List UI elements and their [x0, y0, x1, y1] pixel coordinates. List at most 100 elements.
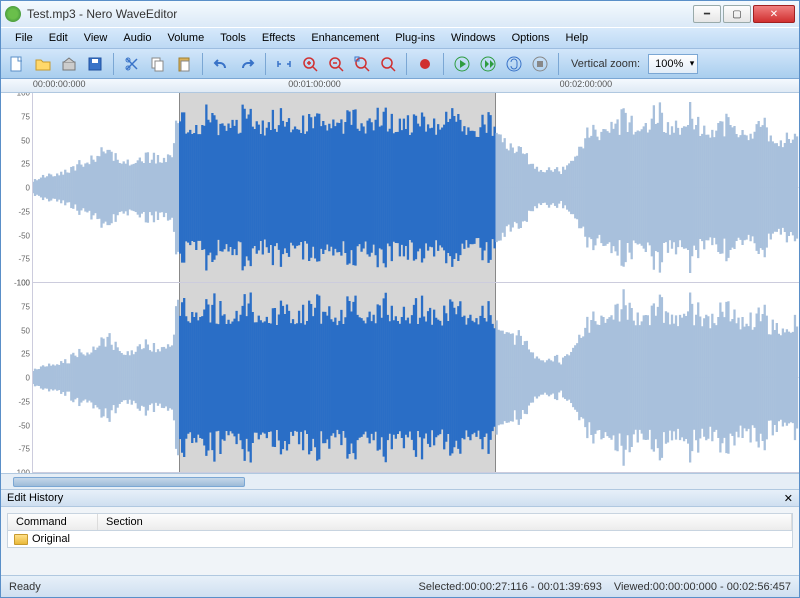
menu-plugins[interactable]: Plug-ins [387, 30, 443, 46]
col-section[interactable]: Section [98, 514, 792, 530]
library-icon [61, 56, 77, 72]
axis-channel-right: 100 75 50 25 0 -25 -50 -75 -100 [1, 283, 32, 473]
timeline-mark: 00:02:00:000 [560, 79, 613, 89]
close-button[interactable]: ✕ [753, 5, 795, 23]
toolbar-separator [265, 53, 266, 75]
timeline-ruler[interactable]: 00:00:00:000 00:01:00:000 00:02:00:000 [1, 79, 799, 93]
window-buttons: ━ ▢ ✕ [693, 5, 795, 23]
new-button[interactable] [5, 52, 29, 76]
status-selected: Selected:00:00:27:116 - 00:01:39:693 [419, 581, 602, 593]
save-icon [87, 56, 103, 72]
toolbar-separator [113, 53, 114, 75]
axis-tick: -50 [18, 231, 30, 240]
maximize-button[interactable]: ▢ [723, 5, 751, 23]
zoom-in-button[interactable] [298, 52, 322, 76]
copy-icon [150, 56, 166, 72]
menu-file[interactable]: File [7, 30, 41, 46]
minimize-button[interactable]: ━ [693, 5, 721, 23]
loop-icon [506, 56, 522, 72]
axis-tick: 75 [21, 302, 30, 311]
record-button[interactable] [413, 52, 437, 76]
zoom-in-icon [302, 56, 318, 72]
menu-options[interactable]: Options [504, 30, 558, 46]
zoom-full-button[interactable] [376, 52, 400, 76]
channel-right[interactable] [33, 283, 799, 473]
play-icon [454, 56, 470, 72]
amplitude-axis: 100 75 50 25 0 -25 -50 -75 -100 100 75 5… [1, 93, 33, 473]
play-all-icon [480, 56, 496, 72]
open-button[interactable] [31, 52, 55, 76]
axis-tick: 100 [17, 93, 30, 98]
menu-enhancement[interactable]: Enhancement [303, 30, 387, 46]
axis-tick: -75 [18, 255, 30, 264]
axis-tick: 100 [17, 279, 30, 288]
axis-tick: -25 [18, 397, 30, 406]
redo-button[interactable] [235, 52, 259, 76]
toolbar-separator [558, 53, 559, 75]
stop-button[interactable] [528, 52, 552, 76]
horizontal-scrollbar[interactable] [1, 473, 799, 489]
paste-icon [176, 56, 192, 72]
titlebar: Test.mp3 - Nero WaveEditor ━ ▢ ✕ [1, 1, 799, 27]
magnifier-select-icon [354, 56, 370, 72]
menu-volume[interactable]: Volume [160, 30, 213, 46]
statusbar: Ready Selected:00:00:27:116 - 00:01:39:6… [1, 575, 799, 597]
table-row[interactable]: Original [8, 531, 792, 547]
menu-effects[interactable]: Effects [254, 30, 303, 46]
scrollbar-thumb[interactable] [13, 477, 245, 487]
col-command[interactable]: Command [8, 514, 98, 530]
edit-history-title: Edit History [7, 492, 63, 504]
zoom-tool-button[interactable] [350, 52, 374, 76]
table-header: Command Section [8, 514, 792, 531]
status-viewed: Viewed:00:00:00:000 - 00:02:56:457 [614, 581, 791, 593]
vertical-zoom-label: Vertical zoom: [571, 58, 640, 70]
cut-button[interactable] [120, 52, 144, 76]
axis-tick: -50 [18, 421, 30, 430]
library-button[interactable] [57, 52, 81, 76]
panel-close-icon[interactable]: ✕ [784, 492, 793, 505]
channel-left[interactable] [33, 93, 799, 283]
edit-history-header: Edit History ✕ [1, 489, 799, 507]
loop-button[interactable] [502, 52, 526, 76]
zoom-selection-button[interactable] [272, 52, 296, 76]
axis-tick: 25 [21, 160, 30, 169]
new-file-icon [9, 56, 25, 72]
menu-help[interactable]: Help [558, 30, 597, 46]
toolbar-separator [406, 53, 407, 75]
window-title: Test.mp3 - Nero WaveEditor [27, 7, 693, 21]
axis-tick: 50 [21, 326, 30, 335]
menu-audio[interactable]: Audio [115, 30, 159, 46]
menu-edit[interactable]: Edit [41, 30, 76, 46]
toolbar-separator [443, 53, 444, 75]
menu-windows[interactable]: Windows [443, 30, 504, 46]
zoom-out-button[interactable] [324, 52, 348, 76]
waveform-area: 100 75 50 25 0 -25 -50 -75 -100 100 75 5… [1, 93, 799, 473]
paste-button[interactable] [172, 52, 196, 76]
app-icon [5, 6, 21, 22]
undo-button[interactable] [209, 52, 233, 76]
timeline-mark: 00:01:00:000 [288, 79, 341, 89]
history-entry: Original [32, 533, 70, 545]
magnifier-icon [380, 56, 396, 72]
waveform-left [33, 93, 799, 282]
edit-history-panel: Command Section Original [1, 507, 799, 575]
play-selection-button[interactable] [476, 52, 500, 76]
waveform-channels[interactable] [33, 93, 799, 473]
menu-view[interactable]: View [76, 30, 116, 46]
redo-icon [239, 56, 255, 72]
save-button[interactable] [83, 52, 107, 76]
axis-channel-left: 100 75 50 25 0 -25 -50 -75 -100 [1, 93, 32, 283]
axis-tick: 25 [21, 350, 30, 359]
zoom-fit-icon [276, 56, 292, 72]
play-button[interactable] [450, 52, 474, 76]
menu-tools[interactable]: Tools [212, 30, 254, 46]
vertical-zoom-select[interactable]: 100% [648, 54, 698, 74]
record-icon [417, 56, 433, 72]
scissors-icon [124, 56, 140, 72]
axis-tick: 0 [26, 374, 30, 383]
menubar: File Edit View Audio Volume Tools Effect… [1, 27, 799, 49]
copy-button[interactable] [146, 52, 170, 76]
app-window: Test.mp3 - Nero WaveEditor ━ ▢ ✕ File Ed… [0, 0, 800, 598]
vertical-zoom-value: 100% [655, 58, 683, 70]
toolbar: Vertical zoom: 100% [1, 49, 799, 79]
